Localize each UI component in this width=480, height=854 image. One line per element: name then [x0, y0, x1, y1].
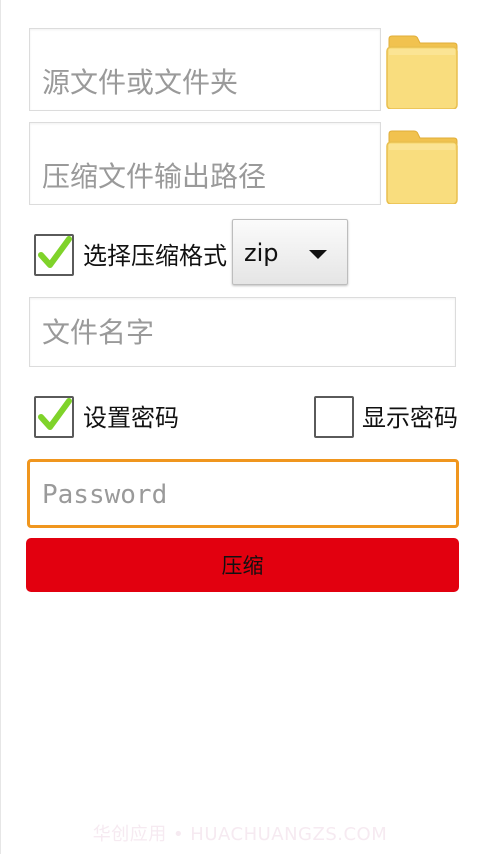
checkmark-icon [38, 236, 72, 268]
compress-button-label: 压缩 [221, 554, 264, 578]
triangle-down-icon [309, 250, 327, 259]
format-selected-value: zip [244, 239, 279, 267]
filename-input[interactable]: 文件名字 [29, 297, 456, 367]
format-dropdown[interactable]: zip [232, 219, 348, 285]
folder-icon [386, 35, 458, 110]
password-placeholder: Password [42, 480, 168, 510]
format-checkbox[interactable] [34, 234, 74, 276]
output-folder-button[interactable] [386, 128, 458, 205]
password-input[interactable]: Password [27, 459, 459, 528]
watermark: 华创应用 • HUACHUANGZS.COM [92, 824, 388, 845]
filename-placeholder: 文件名字 [42, 316, 155, 349]
source-path-placeholder: 源文件或文件夹 [42, 66, 239, 99]
screen-edge [0, 0, 1, 854]
output-path-placeholder: 压缩文件输出路径 [42, 160, 267, 193]
set-password-checkbox[interactable] [34, 396, 74, 438]
output-path-input[interactable]: 压缩文件输出路径 [29, 122, 381, 205]
show-password-label: 显示密码 [362, 404, 458, 432]
source-path-input[interactable]: 源文件或文件夹 [29, 28, 381, 111]
compress-button[interactable]: 压缩 [26, 538, 459, 592]
folder-icon [386, 130, 458, 205]
checkmark-icon [38, 398, 72, 430]
format-label: 选择压缩格式 [83, 242, 227, 270]
source-folder-button[interactable] [386, 33, 458, 110]
show-password-checkbox[interactable] [314, 396, 354, 438]
set-password-label: 设置密码 [83, 404, 179, 432]
